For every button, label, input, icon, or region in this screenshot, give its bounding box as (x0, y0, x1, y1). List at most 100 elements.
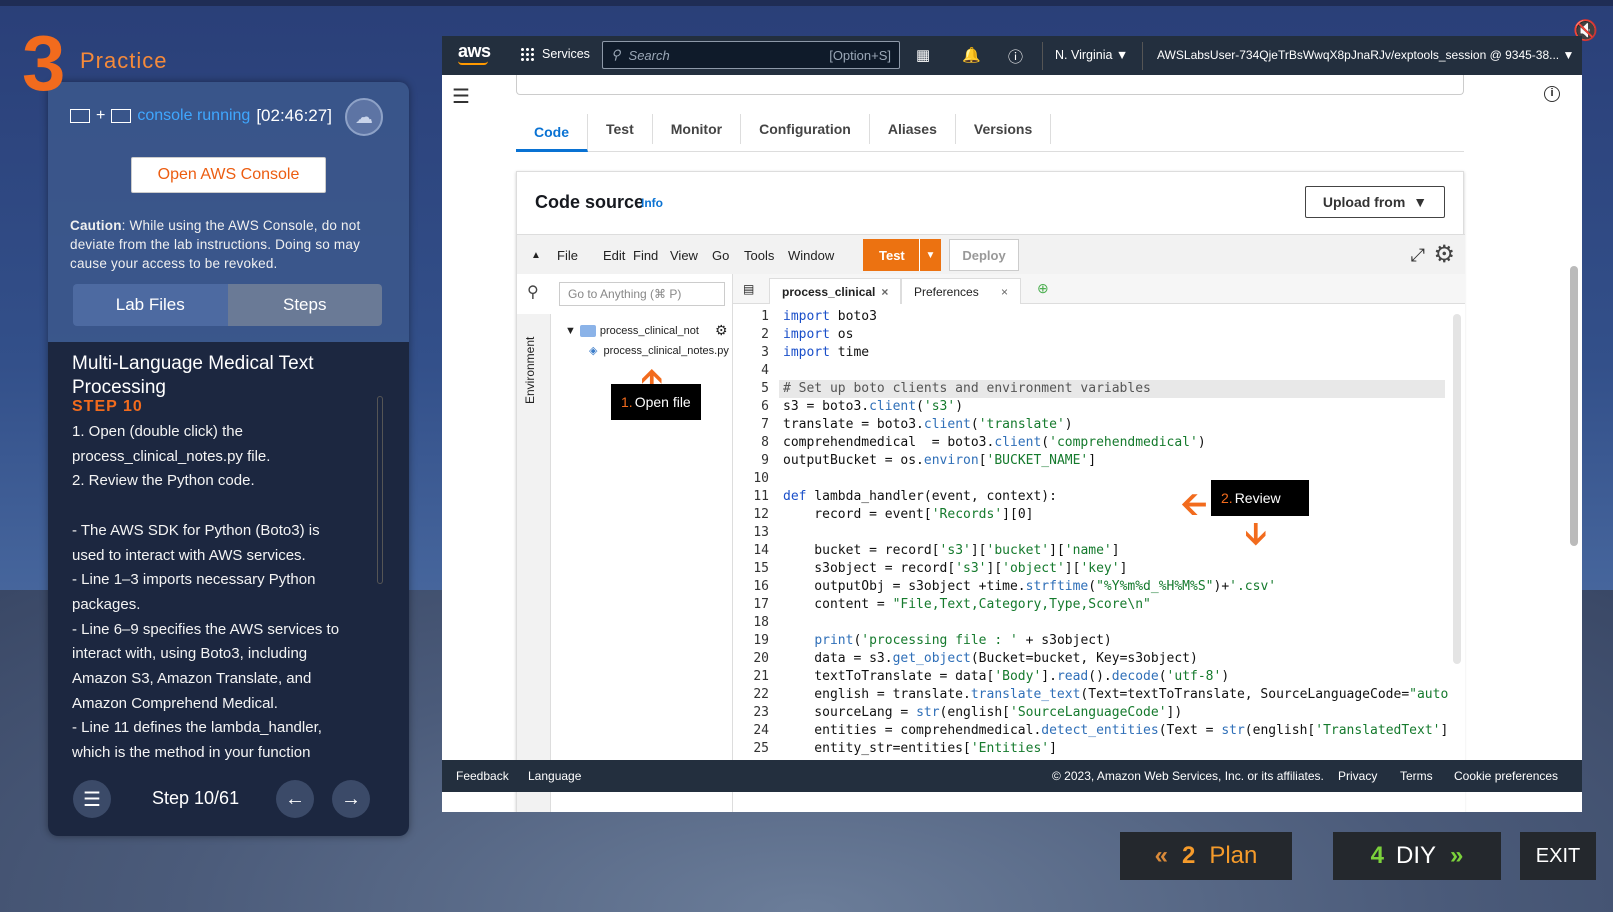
menu-find[interactable]: Find (633, 248, 658, 263)
code-line[interactable]: import os (783, 326, 853, 344)
tab-versions[interactable]: Versions (956, 114, 1052, 144)
status-text: console running (137, 107, 251, 124)
upload-from-button[interactable]: Upload from ▼ (1305, 186, 1445, 218)
editor-scrollbar[interactable] (1453, 314, 1461, 664)
tab-monitor[interactable]: Monitor (653, 114, 742, 144)
next-step-button[interactable]: → (332, 780, 370, 818)
caution-text: Caution: While using the AWS Console, do… (70, 218, 361, 271)
code-line[interactable]: outputBucket = os.environ['BUCKET_NAME'] (783, 452, 1096, 470)
code-line[interactable]: bucket = record['s3']['bucket']['name'] (783, 542, 1119, 560)
menu-tools[interactable]: Tools (744, 248, 774, 263)
go-to-anything-input[interactable]: Go to Anything (⌘ P) (559, 282, 725, 306)
terms-link[interactable]: Terms (1400, 769, 1433, 783)
file-item[interactable]: ◈ process_clinical_notes.py (589, 344, 729, 358)
chevron-down-icon: ▼ (565, 324, 576, 337)
help-icon[interactable]: ⓘ (1008, 46, 1023, 67)
tab-preferences[interactable]: Preferences × (901, 278, 1021, 304)
folder-item[interactable]: ▼ process_clinical_not ⚙ (565, 322, 728, 339)
menu-view[interactable]: View (670, 248, 698, 263)
test-button[interactable]: Test ▼ (863, 239, 941, 271)
privacy-link[interactable]: Privacy (1338, 769, 1377, 783)
deploy-button[interactable]: Deploy (949, 239, 1019, 271)
caret-down-icon[interactable]: ▼ (919, 239, 941, 271)
tab-list-icon[interactable]: ▤ (743, 282, 754, 296)
code-line[interactable]: record = event['Records'][0] (783, 506, 1033, 524)
account-menu[interactable]: AWSLabsUser-734QjeTrBsWwqX8pJnaRJv/expto… (1157, 48, 1574, 62)
copyright-text: © 2023, Amazon Web Services, Inc. or its… (1052, 769, 1324, 783)
instruction-line: - Line 11 defines the lambda_handler, (72, 719, 322, 737)
info-icon[interactable]: i (1544, 86, 1560, 102)
exit-button[interactable]: EXIT (1520, 832, 1596, 880)
list-icon: ☰ (83, 788, 101, 811)
code-line[interactable]: s3object = record['s3']['object']['key'] (783, 560, 1127, 578)
code-line[interactable]: print('processing file : ' + s3object) (783, 632, 1111, 650)
cloud-icon[interactable]: ☁ (345, 98, 383, 136)
close-icon[interactable]: × (1001, 285, 1008, 299)
fullscreen-icon[interactable]: ⤢ (1411, 245, 1425, 266)
menu-go[interactable]: Go (712, 248, 729, 263)
tab-test[interactable]: Test (588, 114, 653, 144)
upload-label: Upload from (1322, 194, 1406, 210)
code-line[interactable]: textToTranslate = data['Body'].read().de… (783, 668, 1229, 686)
code-line[interactable]: data = s3.get_object(Bucket=bucket, Key=… (783, 650, 1198, 668)
tab-code[interactable]: Code (516, 114, 588, 152)
aws-console: aws Services ⚲ Search [Option+S] ▦ 🔔 ⓘ N. … (442, 36, 1582, 812)
instruction-line: process_clinical_notes.py file. (72, 447, 271, 465)
code-line[interactable]: content = "File,Text,Category,Type,Score… (783, 596, 1151, 614)
previous-step-button[interactable]: ← (276, 780, 314, 818)
code-line[interactable]: comprehendmedical = boto3.client('compre… (783, 434, 1206, 452)
code-line[interactable]: outputObj = s3object +time.strftime("%Y%… (783, 578, 1276, 596)
step-list-button[interactable]: ☰ (73, 780, 111, 818)
callout-number: 1. (621, 394, 633, 410)
cookie-preferences-link[interactable]: Cookie preferences (1454, 769, 1558, 783)
tab-process-clinical[interactable]: process_clinical × (769, 278, 902, 304)
aws-logo[interactable]: aws (458, 41, 491, 62)
callout-text: Open file (634, 394, 691, 410)
code-line[interactable]: translate = boto3.client('translate') (783, 416, 1073, 434)
tab-steps[interactable]: Steps (227, 284, 382, 326)
python-file-icon: ◈ (589, 345, 598, 357)
code-line[interactable]: # Set up boto clients and environment va… (783, 380, 1151, 398)
code-line[interactable]: english = translate.translate_text(Text=… (783, 686, 1448, 704)
search-input[interactable]: ⚲ Search [Option+S] (602, 41, 900, 69)
feedback-link[interactable]: Feedback (456, 769, 509, 783)
code-line[interactable]: import time (783, 344, 869, 362)
close-icon[interactable]: × (881, 285, 888, 299)
menu-window[interactable]: Window (788, 248, 834, 263)
menu-edit[interactable]: Edit (603, 248, 625, 263)
menu-icon[interactable]: ☰ (452, 84, 470, 109)
info-link[interactable]: Info (641, 196, 663, 210)
language-link[interactable]: Language (528, 769, 581, 783)
open-aws-console-button[interactable]: Open AWS Console (131, 157, 326, 193)
step-counter: Step 10/61 (152, 788, 240, 808)
gear-icon[interactable]: ⚙ (715, 322, 728, 339)
code-editor: ▤ process_clinical × Preferences × ⊕ 1 impo… (733, 274, 1465, 812)
code-line[interactable]: entities = comprehendmedical.detect_enti… (783, 722, 1448, 740)
add-tab-icon[interactable]: ⊕ (1037, 280, 1049, 297)
tab-configuration[interactable]: Configuration (741, 114, 870, 144)
instructions-scrollbar[interactable] (377, 396, 383, 584)
region-selector[interactable]: N. Virginia ▼ (1055, 48, 1128, 62)
page-scrollbar[interactable] (1570, 266, 1578, 546)
instruction-line: packages. (72, 595, 141, 613)
plan-number: 2 (1181, 842, 1196, 869)
plan-button[interactable]: « 2 Plan (1120, 832, 1292, 880)
code-line[interactable]: import boto3 (783, 308, 877, 326)
editor-tabs: ▤ process_clinical × Preferences × ⊕ (733, 274, 1465, 304)
code-line[interactable]: def lambda_handler(event, context): (783, 488, 1057, 506)
code-line[interactable]: s3 = boto3.client('s3') (783, 398, 963, 416)
code-lines[interactable]: 1 import boto3 2 import os 3 import time 4 5 # S… (733, 308, 1448, 812)
menu-file[interactable]: File (557, 248, 578, 263)
code-line[interactable]: sourceLang = str(english['SourceLanguage… (783, 704, 1182, 722)
cloudshell-icon[interactable]: ▦ (916, 46, 930, 64)
code-line[interactable]: entity_str=entities['Entities'] (783, 740, 1057, 758)
tab-aliases[interactable]: Aliases (870, 114, 956, 144)
diy-button[interactable]: 4 DIY » (1333, 832, 1501, 880)
line-number: 12 (753, 507, 769, 522)
collapse-icon[interactable]: ▲ (531, 250, 541, 261)
tab-lab-files[interactable]: Lab Files (73, 284, 228, 326)
services-menu[interactable]: Services (520, 47, 590, 61)
environment-sidebar[interactable]: Environment (517, 314, 551, 812)
gear-icon[interactable]: ⚙ (1433, 240, 1455, 269)
bell-icon[interactable]: 🔔 (962, 46, 981, 64)
